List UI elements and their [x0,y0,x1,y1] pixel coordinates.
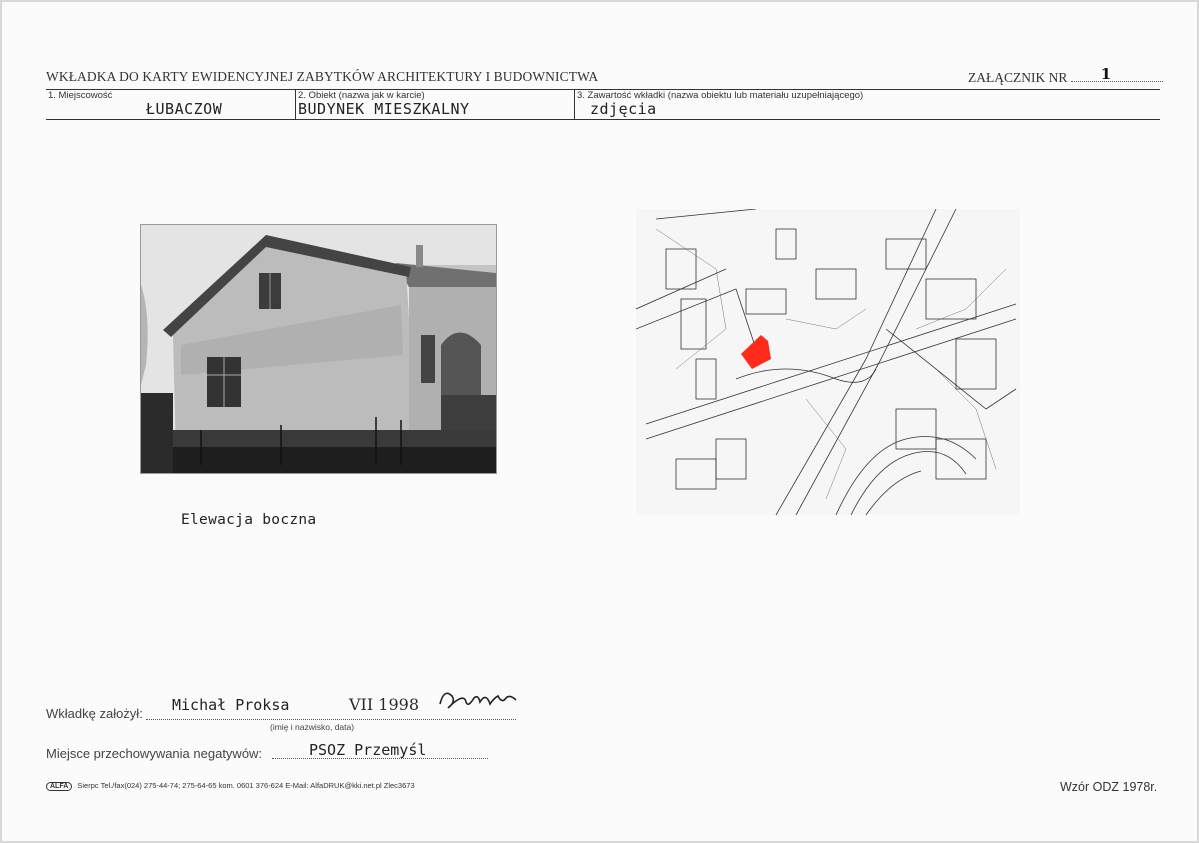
site-map [636,209,1020,515]
contents-value: zdjęcia [590,100,657,118]
printer-details: Sierpc Tel./fax(024) 275-44-74; 275-64-6… [77,781,415,790]
founder-label: Wkładkę założył: [46,706,143,721]
attachment-number: ZAŁĄCZNIK NR 1 [968,65,1163,86]
attachment-label: ZAŁĄCZNIK NR [968,70,1068,85]
negatives-value: PSOZ Przemyśl [309,741,427,759]
field-divider-1 [295,89,296,119]
founder-date: VII 1998 [349,695,419,714]
site-map-illustration [636,209,1020,515]
record-sheet: WKŁADKA DO KARTY EWIDENCYJNEJ ZABYTKÓW A… [0,0,1199,843]
attachment-dotted-line: 1 [1070,65,1163,83]
header-rule-bottom [46,119,1160,120]
founder-name: Michał Proksa [172,696,290,714]
form-title: WKŁADKA DO KARTY EWIDENCYJNEJ ZABYTKÓW A… [46,69,599,84]
negatives-label: Miejsce przechowywania negatywów: [46,746,263,761]
field-divider-2 [574,89,575,119]
photo-caption: Elewacja boczna [181,512,317,528]
founder-signature [439,692,517,709]
founder-dotted-line [146,719,516,720]
locality-label: 1. Miejscowość [48,90,113,101]
founder-hint: (imię i nazwisko, data) [270,722,355,732]
building-photo [140,224,497,474]
printer-logo: ALFA [46,781,73,791]
template-label: Wzór ODZ 1978r. [1060,780,1158,794]
object-value: BUDYNEK MIESZKALNY [298,100,470,118]
locality-value: ŁUBACZOW [146,100,223,118]
printer-info: ALFA Sierpc Tel./fax(024) 275-44-74; 275… [46,781,415,791]
building-photo-illustration [141,225,496,473]
attachment-number-value: 1 [1100,65,1112,83]
